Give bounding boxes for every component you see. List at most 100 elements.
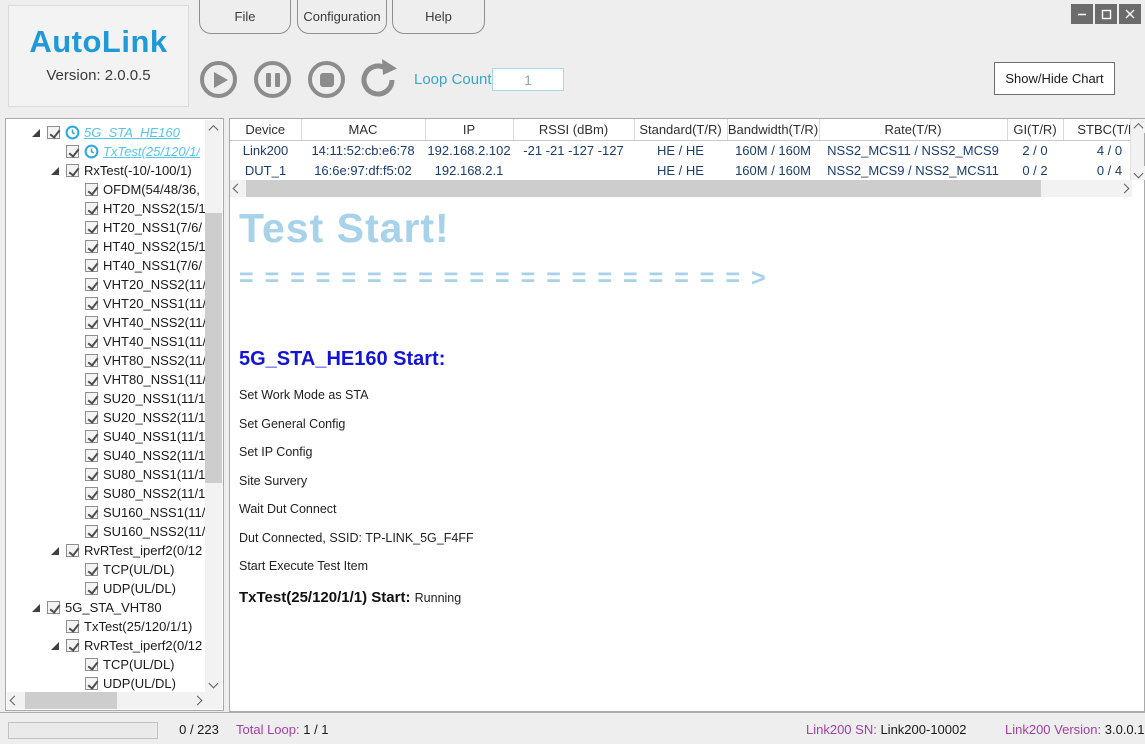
tree-vertical-scrollbar[interactable] — [205, 120, 222, 692]
tree-item[interactable]: TCP(UL/DL) — [6, 560, 205, 579]
maximize-icon[interactable] — [1095, 4, 1117, 24]
table-horizontal-scrollbar[interactable] — [230, 180, 1132, 197]
column-header-rate-t-r-[interactable]: Rate(T/R) — [819, 119, 1007, 140]
column-header-gi-t-r-[interactable]: GI(T/R) — [1007, 119, 1063, 140]
expander-icon[interactable] — [51, 167, 59, 175]
scroll-down-icon[interactable] — [1131, 166, 1145, 180]
column-header-standard-t-r-[interactable]: Standard(T/R) — [634, 119, 727, 140]
tab-help[interactable]: Help — [392, 0, 485, 34]
tree-item[interactable]: VHT20_NSS1(11/ — [6, 294, 205, 313]
tree-item[interactable]: HT40_NSS1(7/6/ — [6, 256, 205, 275]
tree-item[interactable]: SU20_NSS1(11/1 — [6, 389, 205, 408]
checkbox[interactable] — [47, 601, 60, 614]
expander-icon[interactable] — [51, 642, 59, 650]
checkbox[interactable] — [66, 145, 79, 158]
tree-item[interactable]: 5G_STA_VHT80 — [6, 598, 205, 617]
tree-item[interactable]: RvRTest_iperf2(0/12 — [6, 636, 205, 655]
tree-item[interactable]: SU40_NSS2(11/1 — [6, 446, 205, 465]
rerun-icon[interactable] — [357, 59, 399, 101]
scroll-right-icon[interactable] — [1117, 180, 1132, 197]
column-header-mac[interactable]: MAC — [301, 119, 425, 140]
tree-item[interactable]: UDP(UL/DL) — [6, 579, 205, 598]
checkbox[interactable] — [85, 392, 98, 405]
checkbox[interactable] — [85, 373, 98, 386]
checkbox[interactable] — [85, 677, 98, 690]
tree-item[interactable]: OFDM(54/48/36, — [6, 180, 205, 199]
checkbox[interactable] — [85, 240, 98, 253]
pause-icon[interactable] — [254, 61, 291, 98]
tree-item[interactable]: SU160_NSS2(11/ — [6, 522, 205, 541]
checkbox[interactable] — [66, 544, 79, 557]
expander-icon[interactable] — [51, 547, 59, 555]
close-icon[interactable] — [1119, 4, 1141, 24]
tab-file[interactable]: File — [199, 0, 291, 34]
show-hide-chart-button[interactable]: Show/Hide Chart — [994, 62, 1115, 95]
checkbox[interactable] — [85, 525, 98, 538]
checkbox[interactable] — [85, 297, 98, 310]
tree-item[interactable]: HT40_NSS2(15/1 — [6, 237, 205, 256]
stop-icon[interactable] — [308, 61, 345, 98]
scrollbar-thumb[interactable] — [205, 213, 222, 483]
checkbox[interactable] — [85, 487, 98, 500]
scrollbar-thumb[interactable] — [25, 692, 117, 709]
checkbox[interactable] — [47, 126, 60, 139]
tree-item[interactable]: TxTest(25/120/1/1) — [6, 617, 205, 636]
minimize-icon[interactable] — [1071, 4, 1093, 24]
tree-horizontal-scrollbar[interactable] — [7, 692, 205, 709]
tree-item[interactable]: SU20_NSS2(11/1 — [6, 408, 205, 427]
scroll-down-icon[interactable] — [205, 675, 222, 692]
column-header-ip[interactable]: IP — [425, 119, 513, 140]
tree-item[interactable]: VHT40_NSS1(11/ — [6, 332, 205, 351]
scroll-left-icon[interactable] — [230, 180, 245, 197]
checkbox[interactable] — [85, 658, 98, 671]
column-header-bandwidth-t-r-[interactable]: Bandwidth(T/R) — [727, 119, 819, 140]
tree-item[interactable]: VHT80_NSS2(11/ — [6, 351, 205, 370]
checkbox[interactable] — [85, 183, 98, 196]
tree-item[interactable]: TxTest(25/120/1/ — [6, 142, 205, 161]
scroll-left-icon[interactable] — [7, 692, 22, 709]
tree-item[interactable]: SU160_NSS1(11/ — [6, 503, 205, 522]
tree-item[interactable]: SU40_NSS1(11/1 — [6, 427, 205, 446]
checkbox[interactable] — [85, 202, 98, 215]
scrollbar-thumb[interactable] — [246, 180, 1041, 197]
checkbox[interactable] — [85, 468, 98, 481]
tree-item[interactable]: VHT20_NSS2(11/ — [6, 275, 205, 294]
column-header-rssi-dbm-[interactable]: RSSI (dBm) — [513, 119, 634, 140]
tree-item[interactable]: SU80_NSS2(11/1 — [6, 484, 205, 503]
checkbox[interactable] — [85, 259, 98, 272]
expander-icon[interactable] — [32, 129, 40, 137]
device-row[interactable]: DUT_116:6e:97:df:f5:02192.168.2.1HE / HE… — [230, 160, 1130, 180]
checkbox[interactable] — [85, 449, 98, 462]
tree-item[interactable]: HT20_NSS1(7/6/ — [6, 218, 205, 237]
play-icon[interactable] — [200, 61, 237, 98]
column-header-stbc-t-r-[interactable]: STBC(T/R) — [1063, 119, 1130, 140]
column-header-device[interactable]: Device — [230, 119, 301, 140]
checkbox[interactable] — [85, 506, 98, 519]
tree-item[interactable]: VHT40_NSS2(11/ — [6, 313, 205, 332]
checkbox[interactable] — [85, 335, 98, 348]
tree-item[interactable]: HT20_NSS2(15/1 — [6, 199, 205, 218]
loop-count-input[interactable] — [492, 68, 564, 91]
checkbox[interactable] — [85, 411, 98, 424]
checkbox[interactable] — [66, 164, 79, 177]
checkbox[interactable] — [85, 221, 98, 234]
checkbox[interactable] — [85, 354, 98, 367]
checkbox[interactable] — [85, 278, 98, 291]
tree-item[interactable]: TCP(UL/DL) — [6, 655, 205, 674]
tree-item[interactable]: UDP(UL/DL) — [6, 674, 205, 692]
tree-item[interactable]: RxTest(-10/-100/1) — [6, 161, 205, 180]
scroll-up-icon[interactable] — [1131, 119, 1145, 133]
scroll-up-icon[interactable] — [205, 120, 222, 137]
device-row[interactable]: Link20014:11:52:cb:e6:78192.168.2.102-21… — [230, 140, 1130, 160]
checkbox[interactable] — [85, 430, 98, 443]
tree-item[interactable]: VHT80_NSS1(11/ — [6, 370, 205, 389]
checkbox[interactable] — [66, 639, 79, 652]
checkbox[interactable] — [85, 563, 98, 576]
checkbox[interactable] — [85, 316, 98, 329]
tree-item[interactable]: 5G_STA_HE160 — [6, 123, 205, 142]
checkbox[interactable] — [85, 582, 98, 595]
table-vertical-scrollbar[interactable] — [1130, 119, 1144, 180]
tab-configuration[interactable]: Configuration — [297, 0, 387, 34]
tree-item[interactable]: RvRTest_iperf2(0/12 — [6, 541, 205, 560]
tree-item[interactable]: SU80_NSS1(11/1 — [6, 465, 205, 484]
